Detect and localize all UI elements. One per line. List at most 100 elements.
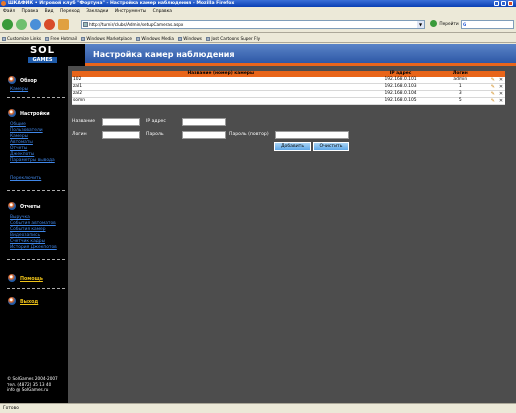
bookmark-icon xyxy=(45,37,50,41)
table-row: somn 192.168.0.105 5 ✎ ✕ xyxy=(72,97,505,105)
logo-bottom-text: GAMES xyxy=(27,57,58,63)
go-label: Перейти xyxy=(439,22,459,27)
minimize-button[interactable] xyxy=(494,1,499,6)
bookmark-icon xyxy=(81,37,86,41)
menu-help[interactable]: Справка xyxy=(153,9,172,14)
status-text: Готово xyxy=(3,406,19,411)
address-dropdown-icon[interactable]: ▼ xyxy=(417,21,424,28)
firefox-icon xyxy=(1,1,6,6)
close-button[interactable] xyxy=(508,1,513,6)
copyright-line: © SolGames 2004-2007 xyxy=(7,376,58,381)
bookmark-item[interactable]: Windows Marketplace xyxy=(81,34,132,43)
bookmark-item[interactable]: Free Hotmail xyxy=(45,34,77,43)
page-icon xyxy=(83,22,88,27)
sidebar-item-output-params[interactable]: Параметры вывода xyxy=(10,158,55,164)
page-header: Настройка камер наблюдения xyxy=(85,44,516,66)
maximize-button[interactable] xyxy=(501,1,506,6)
sidebar-help-link[interactable]: Помощь xyxy=(8,274,43,283)
sidebar-divider xyxy=(7,259,65,260)
sidebar-section-settings: Настройки xyxy=(8,109,50,118)
window-title: ШКАФИК • Игровой клуб "Фортуна" - Настро… xyxy=(8,1,235,6)
sidebar-exit-link[interactable]: Выход xyxy=(8,297,38,306)
clear-button[interactable]: Очистить xyxy=(313,142,349,151)
camera-name: somn xyxy=(72,97,370,105)
sidebar-divider xyxy=(7,288,65,289)
add-button[interactable]: Добавить xyxy=(274,142,311,151)
table-row: zal2 192.168.0.104 3 ✎ ✕ xyxy=(72,90,505,98)
bookmark-icon xyxy=(2,37,6,41)
sidebar-item-switch[interactable]: Переключить xyxy=(10,176,41,182)
bookmark-item[interactable]: Windows xyxy=(178,34,202,43)
bookmark-item[interactable]: Customize Links xyxy=(2,34,41,43)
reload-icon[interactable] xyxy=(30,19,41,30)
login-input[interactable] xyxy=(102,131,140,139)
main-content: Название (номер) камеры IP адрес Логин 1… xyxy=(68,66,516,403)
bookmarks-toolbar: Customize Links Free Hotmail Windows Mar… xyxy=(0,34,516,43)
password-repeat-label: Пароль (повтор) xyxy=(229,132,269,137)
bookmark-item[interactable]: Jost Cartoons Super Fly xyxy=(206,34,260,43)
address-bar[interactable]: http://turnir/clubs/Admin/setupCameras.a… xyxy=(81,20,425,29)
login-label: Логин xyxy=(72,132,87,137)
delete-icon[interactable]: ✕ xyxy=(496,97,505,105)
menu-edit[interactable]: Правка xyxy=(22,9,39,14)
menu-view[interactable]: Вид xyxy=(45,9,54,14)
sidebar-divider xyxy=(7,97,65,98)
go-button[interactable]: Перейти xyxy=(430,20,459,29)
address-url: http://turnir/clubs/Admin/setupCameras.a… xyxy=(89,22,184,27)
bookmark-icon xyxy=(178,37,183,41)
home-icon[interactable] xyxy=(58,19,69,30)
camera-login: 1 xyxy=(431,83,489,91)
table-row: zal1 192.168.0.103 1 ✎ ✕ xyxy=(72,83,505,91)
delete-icon[interactable]: ✕ xyxy=(496,83,505,91)
reports-icon xyxy=(8,202,16,210)
add-camera-form: Название IP адрес Логин Пароль Пароль (п… xyxy=(72,118,512,178)
menu-tools[interactable]: Инструменты xyxy=(115,9,146,14)
search-engine-icon: G xyxy=(463,22,467,27)
back-icon[interactable] xyxy=(2,19,13,30)
help-icon xyxy=(8,274,16,282)
ip-input[interactable] xyxy=(182,118,226,126)
sidebar-section-reports: Отчеты xyxy=(8,202,41,211)
camera-ip: 192.168.0.105 xyxy=(369,97,432,105)
web-page: SOL GAMES Настройка камер наблюдения Обз… xyxy=(0,44,516,403)
bookmark-icon xyxy=(136,37,141,41)
camera-name: zal2 xyxy=(72,90,370,98)
menu-bookmarks[interactable]: Закладки xyxy=(86,9,108,14)
menu-bar: Файл Правка Вид Переход Закладки Инструм… xyxy=(0,8,516,16)
camera-ip: 192.168.0.104 xyxy=(369,90,432,98)
camera-login: 5 xyxy=(431,97,489,105)
cameras-table: Название (номер) камеры IP адрес Логин 1… xyxy=(72,71,505,105)
forward-icon[interactable] xyxy=(16,19,27,30)
name-input[interactable] xyxy=(102,118,140,126)
sidebar: Обзор Камеры Настройки Общие Пользовател… xyxy=(0,66,68,403)
password-input[interactable] xyxy=(182,131,226,139)
page-title: Настройка камер наблюдения xyxy=(93,50,235,59)
password-label: Пароль xyxy=(146,132,164,137)
edit-icon[interactable]: ✎ xyxy=(488,97,497,105)
sidebar-item-jackpot-history[interactable]: История Джекпотов xyxy=(10,245,57,251)
camera-ip: 192.168.0.103 xyxy=(369,83,432,91)
copyright-block: © SolGames 2004-2007 тел. (4872) 35 13 4… xyxy=(7,376,58,393)
sidebar-divider xyxy=(7,190,65,191)
ip-label: IP адрес xyxy=(146,119,166,124)
sidebar-item-cameras-overview[interactable]: Камеры xyxy=(10,87,28,93)
window-title-bar: ШКАФИК • Игровой клуб "Фортуна" - Настро… xyxy=(0,0,516,7)
overview-icon xyxy=(8,76,16,84)
menu-file[interactable]: Файл xyxy=(3,9,15,14)
browser-window: ШКАФИК • Игровой клуб "Фортуна" - Настро… xyxy=(0,0,516,413)
edit-icon[interactable]: ✎ xyxy=(488,83,497,91)
go-icon xyxy=(430,20,437,27)
email-line: info @ SolGames.ru xyxy=(7,387,49,392)
settings-icon xyxy=(8,109,16,117)
password-repeat-input[interactable] xyxy=(275,131,349,139)
search-box[interactable]: G xyxy=(461,20,514,29)
bookmark-item[interactable]: Windows Media xyxy=(136,34,174,43)
delete-icon[interactable]: ✕ xyxy=(496,90,505,98)
name-label: Название xyxy=(72,119,96,124)
exit-icon xyxy=(8,297,16,305)
bookmark-icon xyxy=(206,37,211,41)
site-logo[interactable]: SOL GAMES xyxy=(0,44,85,66)
stop-icon[interactable] xyxy=(44,19,55,30)
edit-icon[interactable]: ✎ xyxy=(488,90,497,98)
menu-go[interactable]: Переход xyxy=(60,9,80,14)
